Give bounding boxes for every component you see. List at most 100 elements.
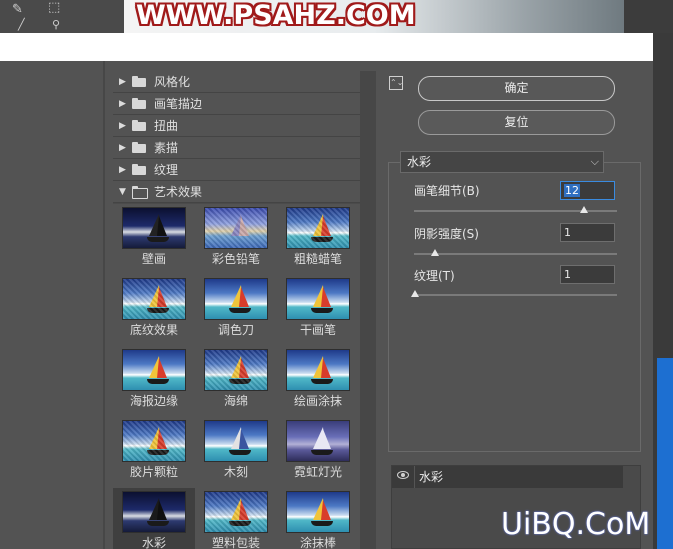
folder-icon — [132, 98, 148, 109]
thumbnail-image — [204, 349, 268, 391]
pin-icon[interactable]: ⚲ — [52, 18, 60, 31]
eye-icon[interactable] — [397, 471, 409, 479]
category-artistic[interactable]: ▼ 艺术效果 — [113, 181, 360, 203]
thumbnail-poster-edges[interactable]: 海报边缘 — [113, 346, 195, 414]
brush-icon[interactable]: ╱ — [18, 18, 25, 31]
layer-divider — [414, 466, 415, 488]
category-texture[interactable]: ▶ 纹理 — [113, 159, 360, 181]
filter-select-value: 水彩 — [407, 155, 432, 169]
thumbnail-image — [122, 278, 186, 320]
texture-slider-thumb[interactable] — [411, 290, 419, 297]
thumbnail-label: 底纹效果 — [129, 323, 178, 337]
chevron-right-icon[interactable]: ▶ — [119, 71, 129, 93]
thumbnail-rough-pastels[interactable]: 粗糙蜡笔 — [277, 204, 359, 272]
filter-settings-panel — [388, 162, 641, 452]
thumbnail-watercolor[interactable]: 水彩 — [113, 488, 195, 549]
right-edge — [653, 33, 673, 549]
chevron-right-icon[interactable]: ▶ — [119, 159, 129, 181]
brush-detail-slider-thumb[interactable] — [580, 206, 588, 213]
preview-area[interactable] — [0, 61, 105, 549]
thumbnail-image — [122, 207, 186, 249]
brush-detail-label: 画笔细节(B) — [414, 184, 480, 198]
thumbnail-film-grain[interactable]: 胶片颗粒 — [113, 417, 195, 485]
watermark: UiBQ.CoM — [501, 507, 651, 542]
thumbnail-image — [204, 420, 268, 462]
shadow-intensity-label: 阴影强度(S) — [414, 227, 479, 241]
marquee-icon[interactable]: ⬚ — [48, 0, 60, 15]
thumbnail-label: 塑料包装 — [211, 536, 260, 549]
effect-layer-row[interactable]: 水彩 — [392, 466, 623, 488]
chevron-down-icon: ⌵ — [590, 155, 599, 168]
texture-input[interactable]: 1 — [560, 265, 615, 284]
category-sketch[interactable]: ▶ 素描 — [113, 137, 360, 159]
effect-layer-name: 水彩 — [419, 470, 444, 484]
category-label: 画笔描边 — [154, 96, 203, 111]
category-label: 艺术效果 — [154, 184, 203, 199]
thumbnail-image — [286, 420, 350, 462]
eyedropper-icon[interactable]: ✎ — [12, 2, 23, 17]
ok-button[interactable]: 确定 — [418, 76, 615, 101]
thumbnail-label: 木刻 — [223, 465, 248, 479]
image-banner: WWW.PSAHZ.COM — [124, 0, 624, 33]
chevron-right-icon[interactable]: ▶ — [119, 93, 129, 115]
texture-slider[interactable] — [414, 294, 617, 296]
texture-value: 1 — [564, 268, 571, 281]
shadow-intensity-value: 1 — [564, 226, 571, 239]
thumbnail-sponge[interactable]: 海绵 — [195, 346, 277, 414]
filter-gallery-tree: ▶ 风格化 ▶ 画笔描边 ▶ 扭曲 ▶ 素描 ▶ 纹理 ▼ 艺术效果 壁画 彩色… — [113, 71, 360, 549]
texture-label: 纹理(T) — [414, 269, 455, 283]
thumbnail-fresco[interactable]: 壁画 — [113, 204, 195, 272]
category-stylize[interactable]: ▶ 风格化 — [113, 71, 360, 93]
shadow-intensity-input[interactable]: 1 — [560, 223, 615, 242]
thumbnail-neon-glow[interactable]: 霓虹灯光 — [277, 417, 359, 485]
chevron-right-icon[interactable]: ▶ — [119, 137, 129, 159]
thumbnail-label: 彩色铅笔 — [211, 252, 260, 266]
thumbnail-image — [204, 278, 268, 320]
thumbnail-underpainting[interactable]: 底纹效果 — [113, 275, 195, 343]
folder-open-icon — [132, 186, 148, 199]
thumbnail-label: 调色刀 — [217, 323, 254, 337]
thumbnail-palette-knife[interactable]: 调色刀 — [195, 275, 277, 343]
shadow-intensity-slider-thumb[interactable] — [431, 249, 439, 256]
folder-icon — [132, 142, 148, 153]
brush-detail-input[interactable]: 12 — [560, 181, 615, 200]
thumbnail-image — [286, 491, 350, 533]
thumbnail-label: 霓虹灯光 — [293, 465, 342, 479]
thumbnail-label: 胶片颗粒 — [129, 465, 178, 479]
thumbnail-colored-pencil[interactable]: 彩色铅笔 — [195, 204, 277, 272]
category-label: 素描 — [154, 140, 179, 155]
thumbnail-dry-brush[interactable]: 干画笔 — [277, 275, 359, 343]
thumbnail-paint-daubs[interactable]: 绘画涂抹 — [277, 346, 359, 414]
thumbnail-smudge-stick[interactable]: 涂抹棒 — [277, 488, 359, 549]
thumbnail-plastic-wrap[interactable]: 塑料包装 — [195, 488, 277, 549]
thumbnail-label: 粗糙蜡笔 — [293, 252, 342, 266]
tree-scrollbar[interactable] — [360, 71, 376, 549]
category-distort[interactable]: ▶ 扭曲 — [113, 115, 360, 137]
thumbnail-cutout[interactable]: 木刻 — [195, 417, 277, 485]
brush-detail-value: 12 — [564, 184, 580, 197]
category-label: 纹理 — [154, 162, 179, 177]
category-label: 扭曲 — [154, 118, 179, 133]
chevron-right-icon[interactable]: ▶ — [119, 115, 129, 137]
thumbnail-label: 壁画 — [141, 252, 166, 266]
category-brush-strokes[interactable]: ▶ 画笔描边 — [113, 93, 360, 115]
thumbnail-label: 海报边缘 — [129, 394, 178, 408]
reset-button[interactable]: 复位 — [418, 110, 615, 135]
tool-options-area: ✎ ⬚ ╱ ⚲ — [0, 0, 124, 33]
thumbnail-label: 水彩 — [141, 536, 166, 549]
collapse-gallery-icon[interactable]: ⌃⌄ — [389, 76, 403, 90]
thumbnail-image — [122, 349, 186, 391]
thumbnail-image — [286, 207, 350, 249]
thumbnail-image — [204, 207, 268, 249]
chevron-down-icon[interactable]: ▼ — [119, 181, 129, 203]
canvas-strip — [0, 33, 653, 61]
artistic-thumbnails: 壁画 彩色铅笔 粗糙蜡笔 底纹效果 调色刀 干画笔 海报边缘 海绵 绘画涂抹 胶… — [113, 204, 360, 549]
filter-select[interactable]: 水彩 ⌵ — [400, 151, 604, 173]
folder-icon — [132, 120, 148, 131]
thumbnail-image — [286, 349, 350, 391]
shadow-intensity-slider[interactable] — [414, 253, 617, 255]
folder-icon — [132, 76, 148, 87]
thumbnail-label: 涂抹棒 — [299, 536, 336, 549]
thumbnail-label: 干画笔 — [299, 323, 336, 337]
category-label: 风格化 — [154, 74, 191, 89]
